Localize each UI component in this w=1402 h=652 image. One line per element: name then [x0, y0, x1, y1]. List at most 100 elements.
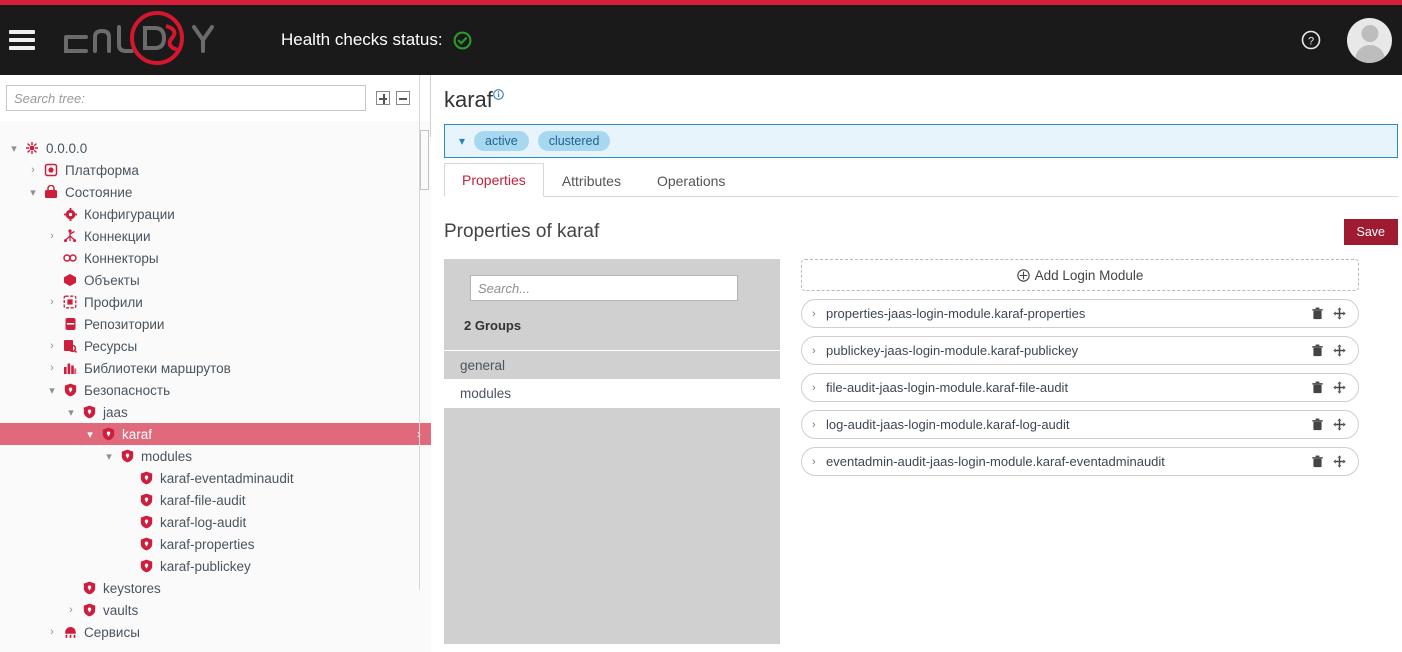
tree-node-безопасность[interactable]: ▾ Безопасность: [0, 379, 431, 401]
move-arrows-icon[interactable]: [1333, 344, 1346, 357]
tree-node-label: Безопасность: [80, 383, 170, 398]
tree-node-karaf-file-audit[interactable]: karaf-file-audit: [0, 489, 431, 511]
tree-node-vaults[interactable]: › vaults: [0, 599, 431, 621]
chevron-right-icon[interactable]: ›: [812, 382, 826, 394]
tree-node-профили[interactable]: ›Профили: [0, 291, 431, 313]
tree-node-karaf[interactable]: ▾karaf›: [0, 423, 431, 445]
collapse-all-icon[interactable]: [396, 91, 410, 105]
state-icon: [41, 185, 61, 199]
tree-node-ресурсы[interactable]: ›Ресурсы: [0, 335, 431, 357]
add-login-module-button[interactable]: Add Login Module: [801, 259, 1359, 291]
tree-node-состояние[interactable]: ▾Состояние: [0, 181, 431, 203]
tree-node-karaf-log-audit[interactable]: karaf-log-audit: [0, 511, 431, 533]
group-list: general modules: [444, 350, 780, 408]
avatar-head: [1361, 25, 1378, 42]
tab-operations[interactable]: Operations: [639, 164, 743, 197]
move-arrows-icon[interactable]: [1333, 418, 1346, 431]
tree-node-коннекции[interactable]: ›Коннекции: [0, 225, 431, 247]
chevron-right-icon[interactable]: ›: [812, 345, 826, 357]
tree-node-karaf-publickey[interactable]: karaf-publickey: [0, 555, 431, 577]
chevron-down-icon[interactable]: ▾: [6, 142, 22, 155]
tree-node-label: 0.0.0.0: [42, 141, 87, 156]
status-panel[interactable]: ▾ active clustered: [444, 124, 1398, 158]
page-title: karaf: [444, 87, 1394, 113]
tab-properties[interactable]: Properties: [444, 163, 544, 197]
resource-tree[interactable]: ▾ 0.0.0.0 ›Платформа▾СостояниеКонфигурации…: [0, 137, 431, 652]
login-module-row[interactable]: ›publickey-jaas-login-module.karaf-publi…: [801, 336, 1359, 365]
trash-icon[interactable]: [1311, 418, 1324, 431]
login-module-row[interactable]: ›file-audit-jaas-login-module.karaf-file…: [801, 373, 1359, 402]
tree-node-jaas[interactable]: ▾ jaas: [0, 401, 431, 423]
chevron-down-icon[interactable]: ▾: [82, 428, 98, 441]
trash-icon[interactable]: [1311, 307, 1324, 320]
shield-icon: [136, 515, 156, 529]
tree-node-label: karaf: [118, 427, 152, 442]
chevron-right-icon[interactable]: ›: [44, 230, 60, 242]
search-tree-input[interactable]: [6, 85, 366, 111]
help-circle-icon[interactable]: ?: [1301, 30, 1321, 50]
chevron-down-icon[interactable]: ▾: [101, 450, 117, 463]
hamburger-icon[interactable]: [9, 30, 35, 50]
chevron-down-icon[interactable]: ▾: [44, 384, 60, 397]
tree-node-платформа[interactable]: ›Платформа: [0, 159, 431, 181]
chevron-right-icon[interactable]: ›: [25, 164, 41, 176]
chevron-right-icon[interactable]: ›: [812, 456, 826, 468]
login-module-row[interactable]: ›eventadmin-audit-jaas-login-module.kara…: [801, 447, 1359, 476]
tree-node-сервисы[interactable]: › Сервисы: [0, 621, 431, 643]
chevron-right-icon[interactable]: ›: [44, 340, 60, 352]
trash-icon[interactable]: [1311, 344, 1324, 357]
login-module-row[interactable]: ›log-audit-jaas-login-module.karaf-log-a…: [801, 410, 1359, 439]
tree-node-label: Коннекторы: [80, 251, 159, 266]
move-arrows-icon[interactable]: [1333, 307, 1346, 320]
tree-node-репозитории[interactable]: Репозитории: [0, 313, 431, 335]
group-item-modules[interactable]: modules: [444, 379, 780, 408]
tree-node-0-0-0-0[interactable]: ▾ 0.0.0.0: [0, 137, 431, 159]
groups-filler: [444, 409, 780, 599]
login-module-list: ›properties-jaas-login-module.karaf-prop…: [801, 299, 1398, 476]
tree-node-библиотеки-маршрутов[interactable]: ›Библиотеки маршрутов: [0, 357, 431, 379]
login-module-row[interactable]: ›properties-jaas-login-module.karaf-prop…: [801, 299, 1359, 328]
chevron-right-icon[interactable]: ›: [44, 362, 60, 374]
tree-node-label: karaf-publickey: [156, 559, 251, 574]
tree-scrollbar[interactable]: [419, 75, 429, 590]
tree-node-конфигурации[interactable]: Конфигурации: [0, 203, 431, 225]
chevron-right-icon[interactable]: ›: [44, 626, 60, 638]
info-icon[interactable]: [493, 89, 504, 100]
tree-node-объекты[interactable]: Объекты: [0, 269, 431, 291]
shield-icon: [117, 449, 137, 463]
tree-node-коннекторы[interactable]: Коннекторы: [0, 247, 431, 269]
shield-icon: [136, 493, 156, 507]
groups-search-input[interactable]: [470, 275, 738, 301]
tab-attributes[interactable]: Attributes: [544, 164, 639, 197]
chevron-down-icon[interactable]: ▾: [459, 134, 465, 148]
chevron-right-icon[interactable]: ›: [63, 604, 79, 616]
tree-node-label: keystores: [99, 581, 161, 596]
chevron-right-icon[interactable]: ›: [44, 296, 60, 308]
tree-scrollbar-thumb[interactable]: [420, 130, 429, 190]
login-module-name: log-audit-jaas-login-module.karaf-log-au…: [826, 417, 1311, 432]
tree-node-karaf-properties[interactable]: karaf-properties: [0, 533, 431, 555]
chevron-right-icon[interactable]: ›: [812, 308, 826, 320]
tree-node-karaf-eventadminaudit[interactable]: karaf-eventadminaudit: [0, 467, 431, 489]
tree-node-label: jaas: [99, 405, 128, 420]
trash-icon[interactable]: [1311, 455, 1324, 468]
expand-all-icon[interactable]: [376, 91, 390, 105]
trash-icon[interactable]: [1311, 381, 1324, 394]
tree-node-label: vaults: [99, 603, 138, 618]
chevron-right-icon[interactable]: ›: [812, 419, 826, 431]
user-avatar-icon[interactable]: [1347, 18, 1392, 63]
tree-node-modules[interactable]: ▾modules: [0, 445, 431, 467]
plus-circle-icon: [1017, 269, 1030, 282]
entaxy-logo: [53, 5, 233, 75]
shield-icon: [136, 471, 156, 485]
connections-icon: [60, 229, 80, 243]
tree-node-label: Сервисы: [80, 625, 140, 640]
tree-node-keystores[interactable]: keystores: [0, 577, 431, 599]
chevron-down-icon[interactable]: ▾: [25, 186, 41, 199]
chevron-down-icon[interactable]: ▾: [63, 406, 79, 419]
move-arrows-icon[interactable]: [1333, 455, 1346, 468]
group-item-general[interactable]: general: [444, 350, 780, 379]
move-arrows-icon[interactable]: [1333, 381, 1346, 394]
save-button[interactable]: Save: [1344, 219, 1399, 245]
health-status: Health checks status:: [281, 30, 472, 50]
